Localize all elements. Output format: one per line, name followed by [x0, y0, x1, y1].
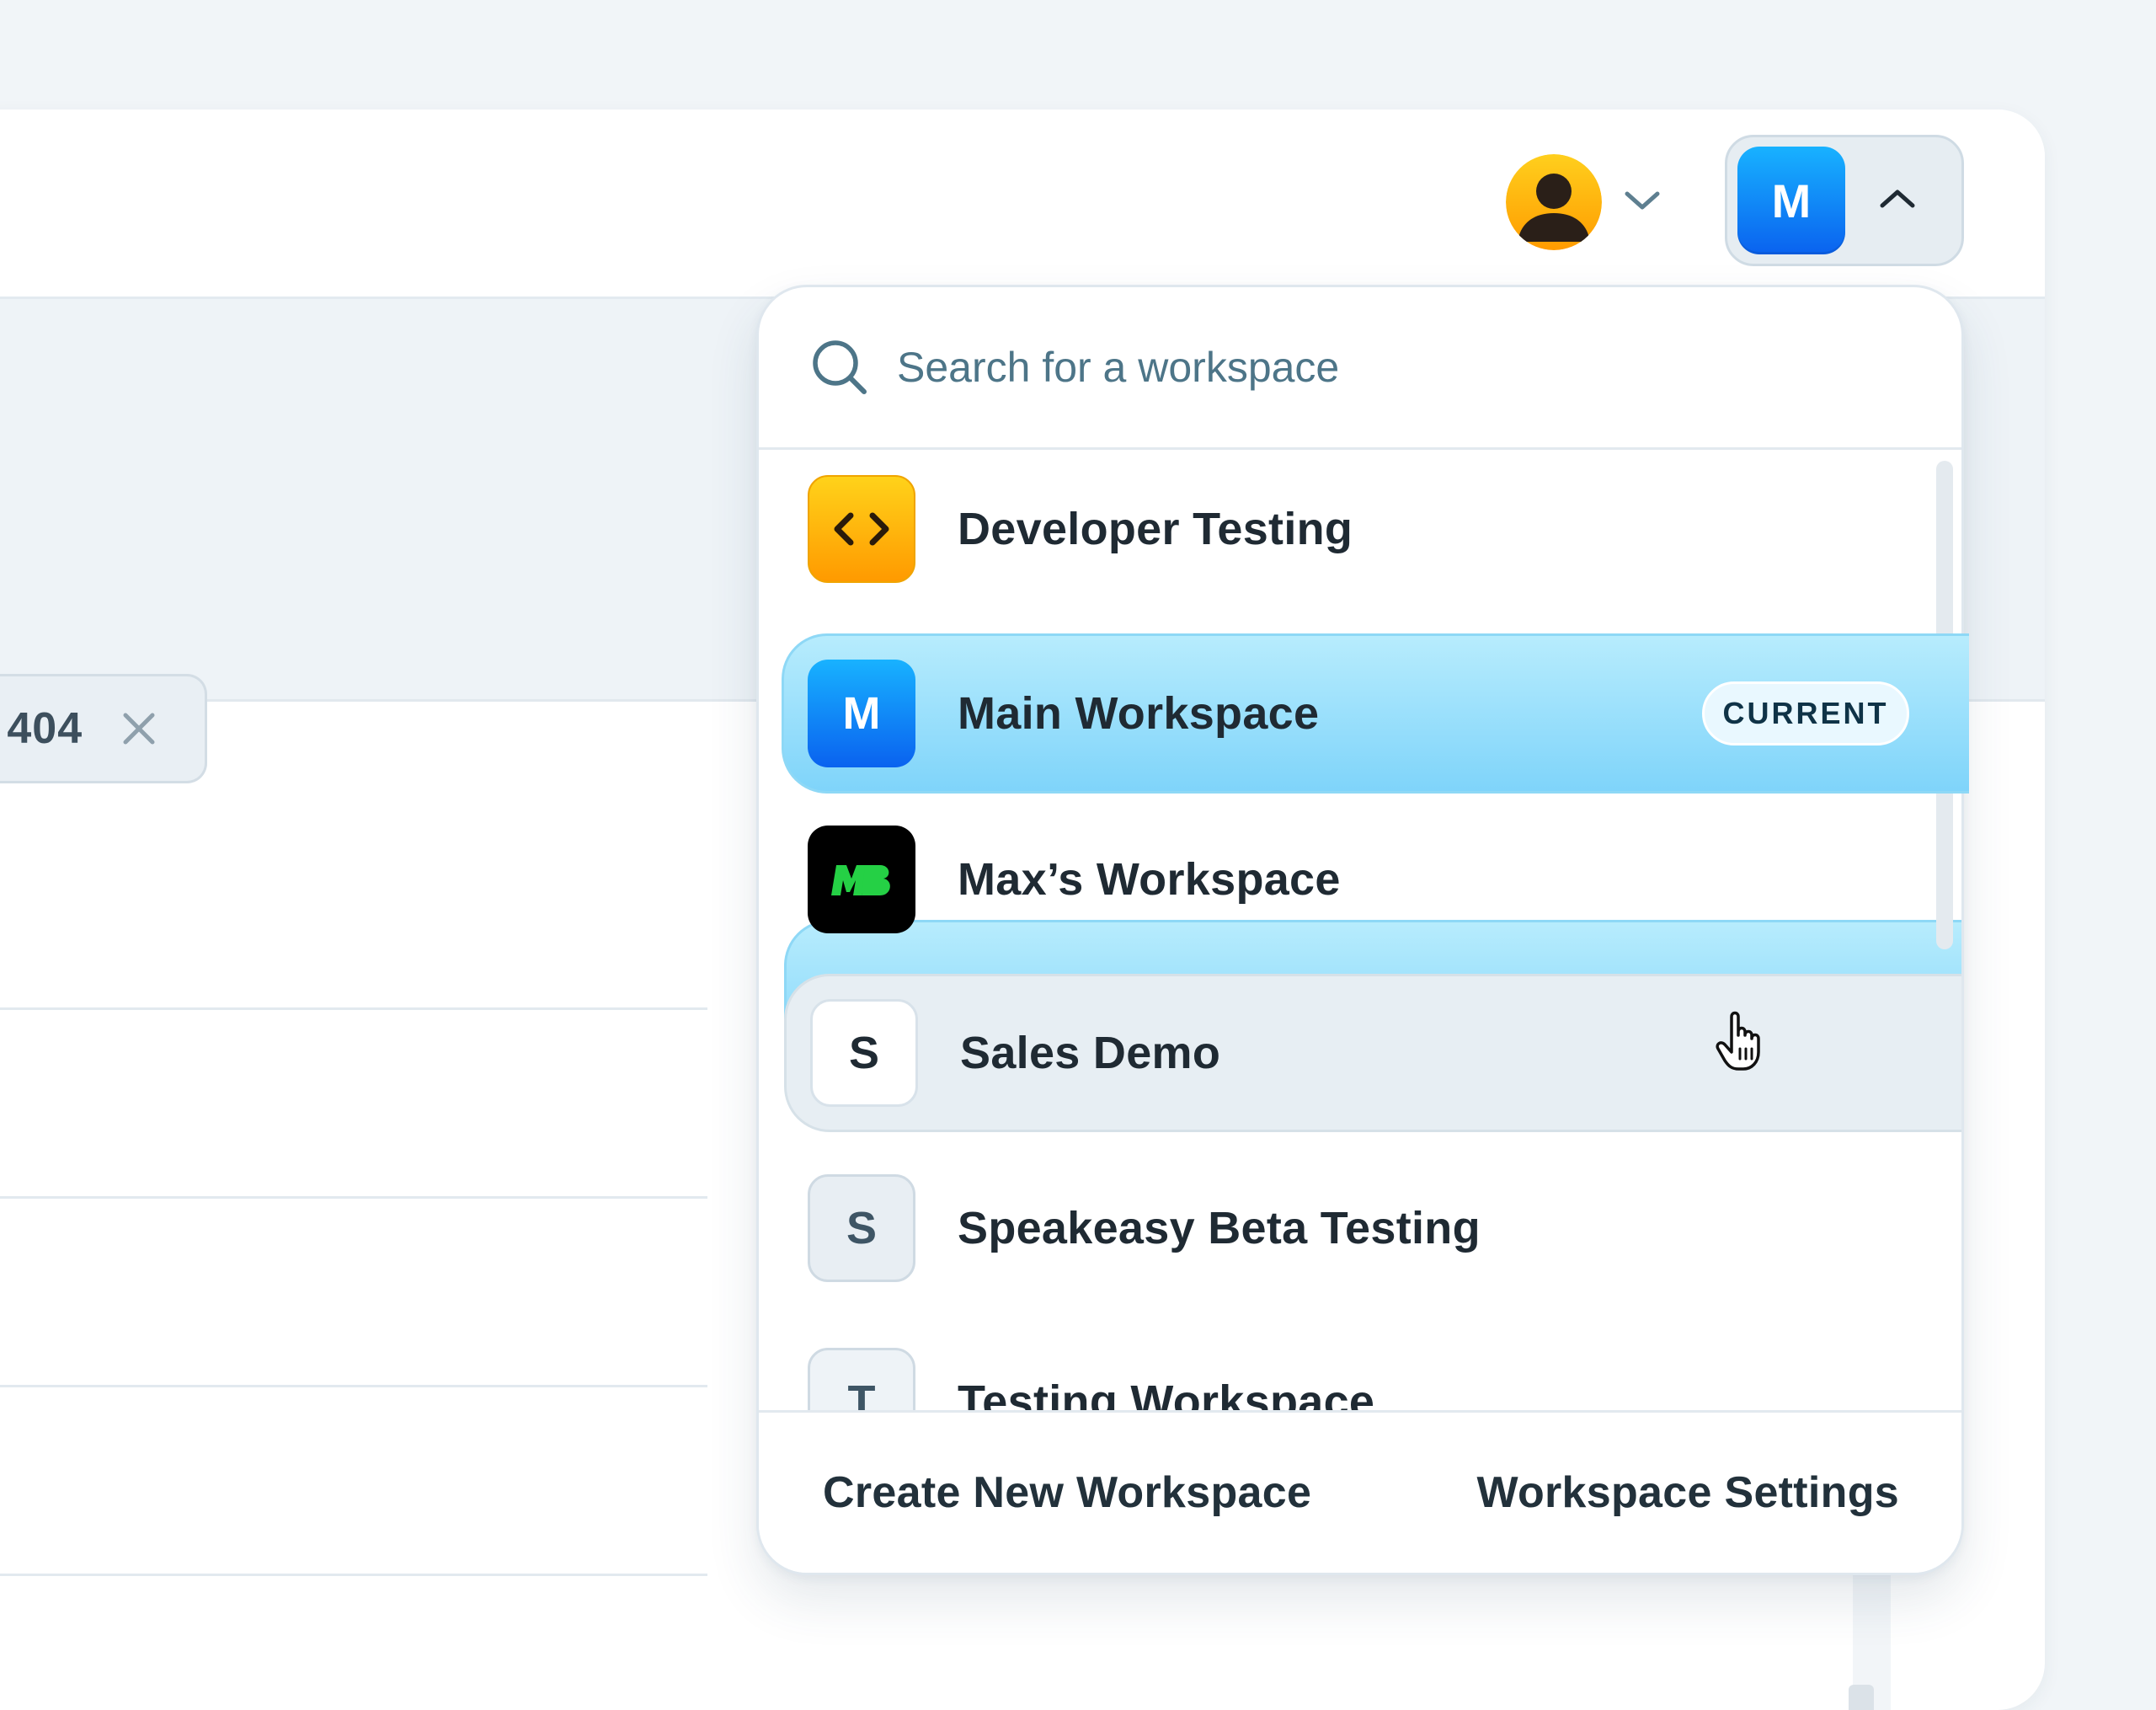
letter-m-icon: M — [808, 660, 915, 767]
user-avatar-icon — [1506, 154, 1602, 250]
list-item-maxs-workspace[interactable]: Max’s Workspace — [784, 800, 1961, 959]
letter-s-icon: S — [808, 1174, 915, 1282]
list-item-developer-testing[interactable]: Developer Testing — [784, 450, 1961, 608]
workspace-switcher-button[interactable]: M — [1725, 135, 1964, 266]
workspace-settings-button[interactable]: Workspace Settings — [1477, 1467, 1899, 1518]
table-row-divider — [0, 1385, 707, 1387]
letter-s-icon: S — [810, 999, 918, 1107]
search-row — [759, 287, 1961, 450]
create-workspace-button[interactable]: Create New Workspace — [823, 1467, 1311, 1518]
search-icon — [813, 340, 867, 394]
workspace-list[interactable]: Developer Testing Max’s Workspace S Sale… — [759, 450, 1961, 1573]
workspace-name: Main Workspace — [958, 688, 1320, 739]
chevron-down-icon — [1624, 189, 1661, 216]
table-row-divider — [0, 1574, 707, 1576]
list-item-main-workspace[interactable]: M Main Workspace CURRENT — [782, 633, 1969, 794]
hand-cursor-icon — [1715, 1010, 1769, 1077]
chevron-up-icon — [1879, 187, 1916, 215]
list-item-sales-demo[interactable]: S Sales Demo — [784, 974, 1961, 1132]
table-row-divider — [0, 1196, 707, 1199]
list-item-speakeasy-beta-testing[interactable]: S Speakeasy Beta Testing — [784, 1149, 1961, 1307]
workspace-name: Max’s Workspace — [958, 854, 1341, 905]
page-scrollbar-thumb[interactable] — [1849, 1685, 1874, 1710]
close-icon[interactable] — [121, 711, 157, 746]
mb-logo-icon — [808, 826, 915, 933]
workspace-name: Developer Testing — [958, 504, 1353, 554]
filter-chip[interactable]: s ≠ 404 — [0, 674, 207, 783]
code-icon — [808, 475, 915, 583]
workspace-name: Speakeasy Beta Testing — [958, 1203, 1481, 1253]
current-badge: CURRENT — [1702, 681, 1909, 745]
table-row-divider — [0, 1007, 707, 1010]
workspace-dropdown: Developer Testing Max’s Workspace S Sale… — [756, 285, 1964, 1575]
filter-chip-label: s ≠ 404 — [0, 704, 83, 753]
workspace-name: Sales Demo — [960, 1028, 1221, 1078]
search-input[interactable] — [895, 333, 1825, 402]
user-menu-button[interactable] — [1506, 152, 1666, 253]
dropdown-footer: Create New Workspace Workspace Settings — [759, 1410, 1961, 1573]
workspace-badge: M — [1737, 147, 1845, 254]
